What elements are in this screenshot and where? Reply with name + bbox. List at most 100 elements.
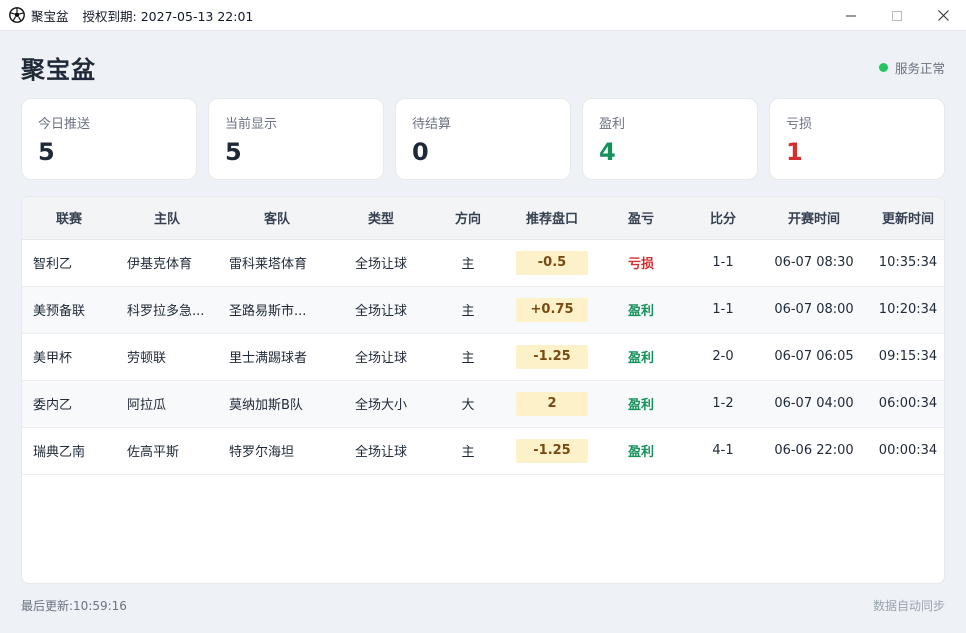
column-header-direction[interactable]: 方向 [426, 197, 510, 240]
cell-updated: 10:20:34 [878, 302, 938, 317]
cell-home: 佐高平斯 [127, 445, 180, 460]
cell-league: 美甲杯 [33, 351, 73, 366]
table-row[interactable]: 美甲杯 劳顿联 里士满踢球者 全场让球 主 -1.25 盈利 2-0 06-07… [22, 333, 944, 380]
service-status: 服务正常 [878, 58, 945, 77]
cell-home: 科罗拉多急... [127, 304, 205, 319]
cell-away: 莫纳加斯B队 [229, 398, 303, 413]
cell-direction: 主 [461, 304, 475, 319]
line-badge: -1.25 [516, 344, 588, 369]
license-expiry: 2027-05-13 22:01 [140, 8, 254, 24]
result-profit: 盈利 [627, 445, 654, 460]
column-header-line[interactable]: 推荐盘口 [510, 197, 594, 240]
cell-home: 阿拉瓜 [127, 398, 167, 413]
cell-result: 盈利 [594, 427, 688, 474]
column-header-result[interactable]: 盈亏 [594, 197, 688, 240]
table-row[interactable]: 委内乙 阿拉瓜 莫纳加斯B队 全场大小 大 2 盈利 1-2 06-07 04:… [22, 380, 944, 427]
cell-score: 4-1 [712, 443, 734, 458]
stat-card-profit: 盈利 4 [582, 98, 758, 180]
minimize-button[interactable] [828, 0, 874, 31]
line-badge: -1.25 [516, 438, 588, 463]
table-row[interactable]: 智利乙 伊基克体育 雷科莱塔体育 全场让球 主 -0.5 亏损 1-1 06-0… [22, 239, 944, 286]
column-header-updated[interactable]: 更新时间 [870, 197, 944, 240]
maximize-icon [892, 10, 902, 21]
close-button[interactable] [920, 0, 966, 31]
table-row[interactable]: 瑞典乙南 佐高平斯 特罗尔海坦 全场让球 主 -1.25 盈利 4-1 06-0… [22, 427, 944, 474]
window-titlebar: 聚宝盆 授权到期: 2027-05-13 22:01 [0, 0, 966, 31]
recommendations-table[interactable]: 联赛 主队 客队 类型 方向 推荐盘口 盈亏 比分 开赛时间 更新时间 智利乙 … [21, 196, 945, 584]
cell-result: 盈利 [594, 380, 688, 427]
cell-home: 劳顿联 [127, 351, 167, 366]
cell-line: -1.25 [510, 333, 594, 380]
cell-away: 特罗尔海坦 [229, 445, 295, 460]
column-header-score[interactable]: 比分 [688, 197, 758, 240]
cell-kickoff: 06-07 04:00 [774, 396, 854, 411]
cell-updated: 06:00:34 [878, 396, 938, 411]
cell-direction: 大 [461, 398, 475, 413]
cell-league: 智利乙 [33, 257, 73, 272]
stat-label: 今日推送 [38, 117, 91, 132]
cell-kickoff: 06-06 22:00 [774, 443, 854, 458]
cell-updated: 00:00:34 [878, 443, 938, 458]
window-controls [828, 0, 966, 31]
cell-type: 全场让球 [354, 257, 407, 272]
cell-away: 里士满踢球者 [229, 351, 308, 366]
stat-value: 5 [38, 138, 55, 166]
page-title: 聚宝盆 [21, 56, 96, 84]
cell-type: 全场让球 [354, 304, 407, 319]
cell-away: 圣路易斯市... [229, 304, 307, 319]
last-update-label: 最后更新: [21, 599, 74, 613]
license-label: 授权到期: [82, 8, 137, 24]
stats-cards: 今日推送 5 当前显示 5 待结算 0 盈利 4 亏损 1 [21, 98, 945, 180]
cell-league: 委内乙 [33, 398, 73, 413]
column-header-away[interactable]: 客队 [218, 197, 336, 240]
result-loss: 亏损 [627, 257, 654, 272]
cell-away: 雷科莱塔体育 [229, 257, 308, 272]
cell-updated: 09:15:34 [878, 349, 938, 364]
maximize-button[interactable] [874, 0, 920, 31]
cell-type: 全场让球 [354, 445, 407, 460]
cell-kickoff: 06-07 08:00 [774, 302, 854, 317]
cell-line: -0.5 [510, 239, 594, 286]
cell-kickoff: 06-07 06:05 [774, 349, 854, 364]
cell-score: 1-1 [712, 255, 734, 270]
cell-score: 1-1 [712, 302, 734, 317]
column-header-kickoff[interactable]: 开赛时间 [758, 197, 870, 240]
cell-league: 瑞典乙南 [33, 445, 86, 460]
minimize-icon [846, 15, 856, 16]
stat-label: 亏损 [786, 117, 813, 132]
column-header-type[interactable]: 类型 [336, 197, 426, 240]
result-profit: 盈利 [627, 351, 654, 366]
column-header-home[interactable]: 主队 [116, 197, 218, 240]
stat-label: 待结算 [412, 117, 452, 132]
stat-value: 4 [599, 138, 616, 166]
cell-line: -1.25 [510, 427, 594, 474]
result-profit: 盈利 [627, 304, 654, 319]
result-profit: 盈利 [627, 398, 654, 413]
cell-type: 全场大小 [354, 398, 407, 413]
cell-home: 伊基克体育 [127, 257, 193, 272]
window-app-name: 聚宝盆 [31, 8, 69, 24]
column-header-league[interactable]: 联赛 [22, 197, 116, 240]
status-dot-icon [878, 63, 888, 72]
stat-value: 5 [225, 138, 242, 166]
cell-result: 盈利 [594, 286, 688, 333]
cell-direction: 主 [461, 445, 475, 460]
cell-result: 盈利 [594, 333, 688, 380]
cell-kickoff: 06-07 08:30 [774, 255, 854, 270]
soccer-ball-icon [9, 7, 25, 23]
stat-label: 当前显示 [225, 117, 278, 132]
last-update: 最后更新:10:59:16 [21, 597, 127, 614]
status-text: 服务正常 [894, 61, 945, 76]
stat-value: 1 [786, 138, 803, 166]
cell-direction: 主 [461, 257, 475, 272]
stat-value: 0 [412, 138, 429, 166]
close-icon [937, 10, 949, 21]
window-title: 聚宝盆 授权到期: 2027-05-13 22:01 [31, 6, 253, 25]
stat-card-currently-shown: 当前显示 5 [208, 98, 384, 180]
table-row[interactable]: 美预备联 科罗拉多急... 圣路易斯市... 全场让球 主 +0.75 盈利 1… [22, 286, 944, 333]
line-badge: 2 [516, 391, 588, 416]
cell-line: 2 [510, 380, 594, 427]
stat-label: 盈利 [599, 117, 626, 132]
cell-score: 2-0 [712, 349, 734, 364]
last-update-time: 10:59:16 [73, 599, 127, 613]
